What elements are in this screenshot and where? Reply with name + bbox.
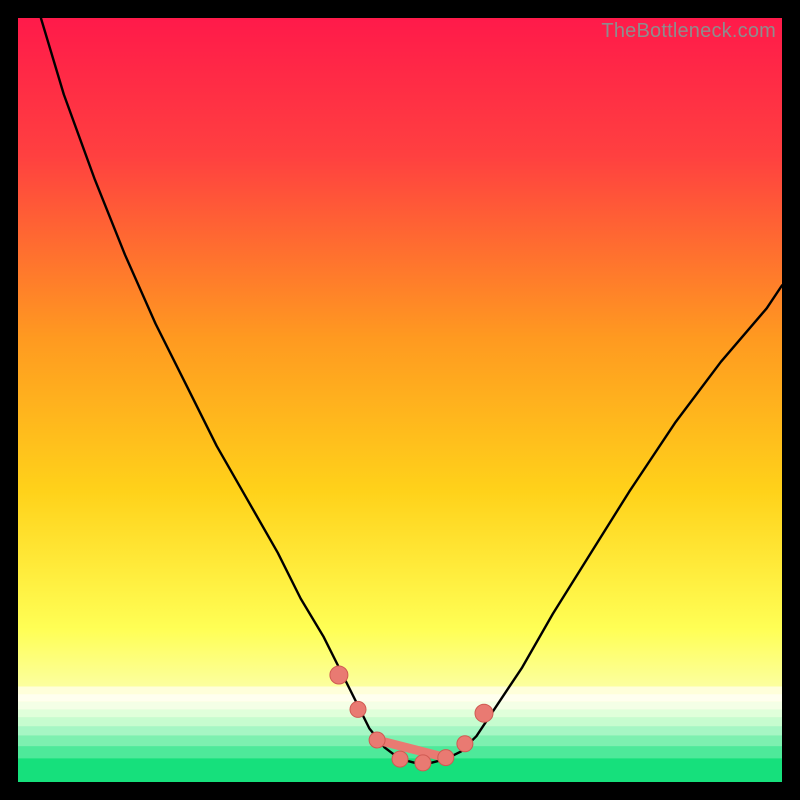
curve-marker-dot: [369, 732, 385, 748]
curve-marker-dot: [350, 701, 366, 717]
watermark-text: TheBottleneck.com: [601, 20, 776, 43]
gradient-background: [18, 18, 782, 782]
gradient-band: [18, 702, 782, 710]
bottleneck-chart: [18, 18, 782, 782]
gradient-band: [18, 687, 782, 695]
bottom-color-bands: [18, 687, 782, 783]
gradient-band: [18, 726, 782, 735]
curve-marker-dot: [475, 704, 493, 722]
curve-marker-dot: [438, 750, 454, 766]
curve-marker-dot: [392, 751, 408, 767]
curve-marker-dot: [457, 736, 473, 752]
gradient-band: [18, 694, 782, 702]
chart-frame: TheBottleneck.com: [18, 18, 782, 782]
gradient-band: [18, 717, 782, 726]
gradient-band: [18, 709, 782, 717]
curve-marker-dot: [415, 755, 431, 771]
curve-marker-dot: [330, 666, 348, 684]
